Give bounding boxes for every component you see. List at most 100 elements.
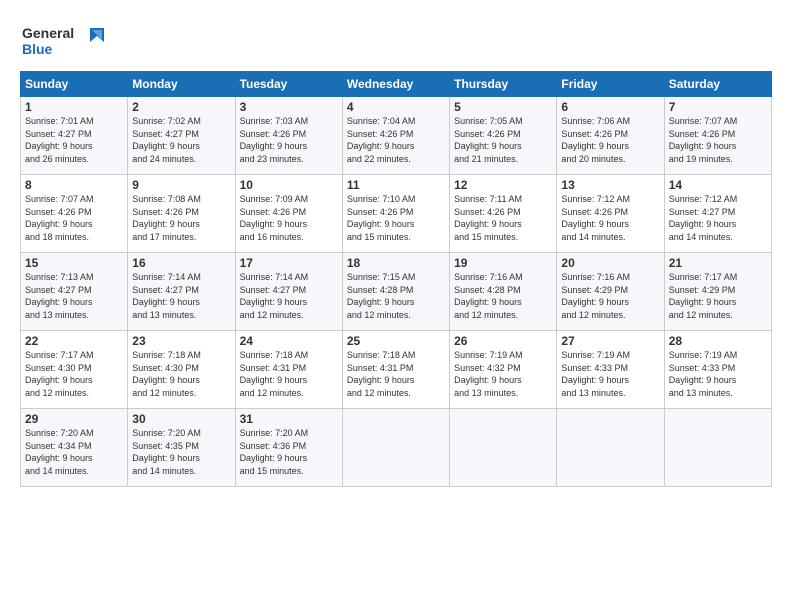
day-info: Sunrise: 7:20 AMSunset: 4:34 PMDaylight:…: [25, 427, 123, 477]
weekday-header-monday: Monday: [128, 72, 235, 97]
day-info: Sunrise: 7:19 AMSunset: 4:32 PMDaylight:…: [454, 349, 552, 399]
logo-svg: General Blue: [20, 20, 110, 60]
week-row-5: 29Sunrise: 7:20 AMSunset: 4:34 PMDayligh…: [21, 409, 772, 487]
calendar-cell: 16Sunrise: 7:14 AMSunset: 4:27 PMDayligh…: [128, 253, 235, 331]
calendar-cell: 25Sunrise: 7:18 AMSunset: 4:31 PMDayligh…: [342, 331, 449, 409]
day-info: Sunrise: 7:02 AMSunset: 4:27 PMDaylight:…: [132, 115, 230, 165]
calendar-cell: [664, 409, 771, 487]
day-number: 23: [132, 334, 230, 348]
day-info: Sunrise: 7:16 AMSunset: 4:29 PMDaylight:…: [561, 271, 659, 321]
day-number: 17: [240, 256, 338, 270]
calendar-cell: 23Sunrise: 7:18 AMSunset: 4:30 PMDayligh…: [128, 331, 235, 409]
calendar-table: SundayMondayTuesdayWednesdayThursdayFrid…: [20, 71, 772, 487]
day-info: Sunrise: 7:18 AMSunset: 4:31 PMDaylight:…: [240, 349, 338, 399]
weekday-header-tuesday: Tuesday: [235, 72, 342, 97]
day-number: 8: [25, 178, 123, 192]
calendar-cell: 13Sunrise: 7:12 AMSunset: 4:26 PMDayligh…: [557, 175, 664, 253]
day-number: 29: [25, 412, 123, 426]
day-info: Sunrise: 7:19 AMSunset: 4:33 PMDaylight:…: [669, 349, 767, 399]
calendar-cell: 19Sunrise: 7:16 AMSunset: 4:28 PMDayligh…: [450, 253, 557, 331]
logo-text: General Blue: [20, 20, 110, 65]
svg-text:Blue: Blue: [22, 41, 53, 57]
calendar-cell: 4Sunrise: 7:04 AMSunset: 4:26 PMDaylight…: [342, 97, 449, 175]
day-info: Sunrise: 7:03 AMSunset: 4:26 PMDaylight:…: [240, 115, 338, 165]
day-number: 2: [132, 100, 230, 114]
day-number: 30: [132, 412, 230, 426]
calendar-cell: [342, 409, 449, 487]
day-info: Sunrise: 7:07 AMSunset: 4:26 PMDaylight:…: [669, 115, 767, 165]
day-number: 15: [25, 256, 123, 270]
calendar-cell: 26Sunrise: 7:19 AMSunset: 4:32 PMDayligh…: [450, 331, 557, 409]
day-info: Sunrise: 7:16 AMSunset: 4:28 PMDaylight:…: [454, 271, 552, 321]
day-number: 9: [132, 178, 230, 192]
calendar-cell: 21Sunrise: 7:17 AMSunset: 4:29 PMDayligh…: [664, 253, 771, 331]
calendar-cell: [557, 409, 664, 487]
week-row-4: 22Sunrise: 7:17 AMSunset: 4:30 PMDayligh…: [21, 331, 772, 409]
day-number: 21: [669, 256, 767, 270]
weekday-header-sunday: Sunday: [21, 72, 128, 97]
day-number: 4: [347, 100, 445, 114]
calendar-cell: 9Sunrise: 7:08 AMSunset: 4:26 PMDaylight…: [128, 175, 235, 253]
day-info: Sunrise: 7:04 AMSunset: 4:26 PMDaylight:…: [347, 115, 445, 165]
day-number: 22: [25, 334, 123, 348]
day-info: Sunrise: 7:07 AMSunset: 4:26 PMDaylight:…: [25, 193, 123, 243]
day-info: Sunrise: 7:12 AMSunset: 4:26 PMDaylight:…: [561, 193, 659, 243]
calendar-cell: 31Sunrise: 7:20 AMSunset: 4:36 PMDayligh…: [235, 409, 342, 487]
day-number: 11: [347, 178, 445, 192]
day-number: 24: [240, 334, 338, 348]
calendar-cell: 10Sunrise: 7:09 AMSunset: 4:26 PMDayligh…: [235, 175, 342, 253]
day-info: Sunrise: 7:20 AMSunset: 4:36 PMDaylight:…: [240, 427, 338, 477]
day-number: 28: [669, 334, 767, 348]
day-info: Sunrise: 7:05 AMSunset: 4:26 PMDaylight:…: [454, 115, 552, 165]
day-number: 5: [454, 100, 552, 114]
day-number: 12: [454, 178, 552, 192]
day-info: Sunrise: 7:17 AMSunset: 4:30 PMDaylight:…: [25, 349, 123, 399]
weekday-header-saturday: Saturday: [664, 72, 771, 97]
calendar-cell: 28Sunrise: 7:19 AMSunset: 4:33 PMDayligh…: [664, 331, 771, 409]
calendar-cell: 24Sunrise: 7:18 AMSunset: 4:31 PMDayligh…: [235, 331, 342, 409]
calendar-cell: 12Sunrise: 7:11 AMSunset: 4:26 PMDayligh…: [450, 175, 557, 253]
day-info: Sunrise: 7:18 AMSunset: 4:30 PMDaylight:…: [132, 349, 230, 399]
day-number: 1: [25, 100, 123, 114]
calendar-cell: 3Sunrise: 7:03 AMSunset: 4:26 PMDaylight…: [235, 97, 342, 175]
day-info: Sunrise: 7:13 AMSunset: 4:27 PMDaylight:…: [25, 271, 123, 321]
calendar-cell: 22Sunrise: 7:17 AMSunset: 4:30 PMDayligh…: [21, 331, 128, 409]
day-info: Sunrise: 7:14 AMSunset: 4:27 PMDaylight:…: [132, 271, 230, 321]
day-number: 10: [240, 178, 338, 192]
day-number: 19: [454, 256, 552, 270]
calendar-cell: 6Sunrise: 7:06 AMSunset: 4:26 PMDaylight…: [557, 97, 664, 175]
day-info: Sunrise: 7:20 AMSunset: 4:35 PMDaylight:…: [132, 427, 230, 477]
week-row-2: 8Sunrise: 7:07 AMSunset: 4:26 PMDaylight…: [21, 175, 772, 253]
calendar-cell: 29Sunrise: 7:20 AMSunset: 4:34 PMDayligh…: [21, 409, 128, 487]
day-number: 31: [240, 412, 338, 426]
week-row-1: 1Sunrise: 7:01 AMSunset: 4:27 PMDaylight…: [21, 97, 772, 175]
calendar-cell: 30Sunrise: 7:20 AMSunset: 4:35 PMDayligh…: [128, 409, 235, 487]
page-container: General Blue SundayMondayTuesdayWednesda…: [0, 0, 792, 499]
weekday-header-row: SundayMondayTuesdayWednesdayThursdayFrid…: [21, 72, 772, 97]
day-info: Sunrise: 7:19 AMSunset: 4:33 PMDaylight:…: [561, 349, 659, 399]
calendar-cell: 5Sunrise: 7:05 AMSunset: 4:26 PMDaylight…: [450, 97, 557, 175]
calendar-cell: 20Sunrise: 7:16 AMSunset: 4:29 PMDayligh…: [557, 253, 664, 331]
day-number: 25: [347, 334, 445, 348]
day-number: 13: [561, 178, 659, 192]
day-number: 18: [347, 256, 445, 270]
calendar-cell: 17Sunrise: 7:14 AMSunset: 4:27 PMDayligh…: [235, 253, 342, 331]
day-number: 20: [561, 256, 659, 270]
day-info: Sunrise: 7:15 AMSunset: 4:28 PMDaylight:…: [347, 271, 445, 321]
logo: General Blue: [20, 20, 110, 65]
day-info: Sunrise: 7:18 AMSunset: 4:31 PMDaylight:…: [347, 349, 445, 399]
calendar-cell: 8Sunrise: 7:07 AMSunset: 4:26 PMDaylight…: [21, 175, 128, 253]
day-info: Sunrise: 7:09 AMSunset: 4:26 PMDaylight:…: [240, 193, 338, 243]
calendar-cell: 14Sunrise: 7:12 AMSunset: 4:27 PMDayligh…: [664, 175, 771, 253]
header: General Blue: [20, 16, 772, 65]
day-number: 7: [669, 100, 767, 114]
day-info: Sunrise: 7:12 AMSunset: 4:27 PMDaylight:…: [669, 193, 767, 243]
calendar-cell: [450, 409, 557, 487]
day-info: Sunrise: 7:01 AMSunset: 4:27 PMDaylight:…: [25, 115, 123, 165]
day-number: 14: [669, 178, 767, 192]
calendar-cell: 27Sunrise: 7:19 AMSunset: 4:33 PMDayligh…: [557, 331, 664, 409]
day-number: 6: [561, 100, 659, 114]
weekday-header-thursday: Thursday: [450, 72, 557, 97]
calendar-cell: 15Sunrise: 7:13 AMSunset: 4:27 PMDayligh…: [21, 253, 128, 331]
day-info: Sunrise: 7:06 AMSunset: 4:26 PMDaylight:…: [561, 115, 659, 165]
